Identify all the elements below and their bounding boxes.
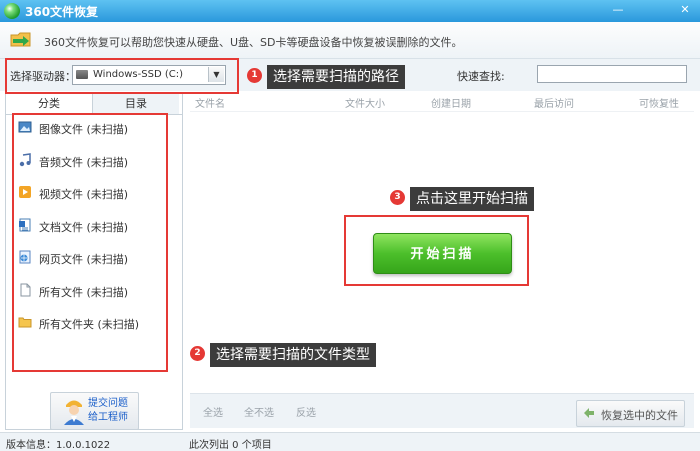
close-button[interactable]: ✕: [675, 2, 695, 18]
annotation-box-categories: [12, 113, 168, 372]
quick-search-input[interactable]: [537, 65, 687, 83]
feedback-line-2: 给工程师: [88, 412, 128, 423]
window-title: 360文件恢复: [25, 5, 99, 19]
feedback-label: 提交问题 给工程师: [88, 397, 128, 425]
recover-button-label: 恢复选中的文件: [601, 409, 678, 422]
column-header-created[interactable]: 创建日期: [431, 95, 471, 110]
folder-arrow-icon: [10, 32, 31, 47]
select-none-link[interactable]: 全不选: [244, 404, 274, 419]
info-text: 360文件恢复可以帮助您快速从硬盘、U盘、SD卡等硬盘设备中恢复被误删除的文件。: [44, 36, 463, 49]
annotation-box-start: [344, 215, 529, 286]
engineer-avatar-icon: [64, 400, 84, 425]
feedback-button[interactable]: 提交问题 给工程师: [50, 392, 139, 430]
annotation-badge-3: 3: [390, 190, 405, 205]
invert-selection-link[interactable]: 反选: [296, 404, 316, 419]
select-all-link[interactable]: 全选: [203, 404, 223, 419]
tab-category[interactable]: 分类: [6, 94, 92, 114]
app-logo-icon: [4, 3, 20, 19]
info-banner: 360文件恢复可以帮助您快速从硬盘、U盘、SD卡等硬盘设备中恢复被误删除的文件。: [0, 22, 700, 59]
recover-arrow-icon: [584, 408, 594, 418]
version-info: 版本信息：1.0.0.1022: [6, 440, 111, 451]
file-list-header: 文件名 文件大小 创建日期 最后访问 可恢复性: [190, 93, 694, 112]
tab-directory[interactable]: 目录: [92, 94, 179, 114]
annotation-badge-2: 2: [190, 346, 205, 361]
item-count: 此次列出 0 个项目: [189, 440, 272, 451]
quick-search-label: 快速查找:: [457, 70, 505, 83]
app-window: 360文件恢复 — ✕ 360文件恢复可以帮助您快速从硬盘、U盘、SD卡等硬盘设…: [0, 0, 700, 451]
title-bar: 360文件恢复 — ✕: [0, 0, 700, 22]
annotation-box-drive: [5, 58, 239, 94]
recover-selected-button[interactable]: 恢复选中的文件: [576, 400, 685, 427]
column-header-size[interactable]: 文件大小: [345, 95, 385, 110]
column-header-recoverability[interactable]: 可恢复性: [639, 95, 679, 110]
status-bar: 版本信息：1.0.0.1022 此次列出 0 个项目: [0, 432, 700, 451]
feedback-line-1: 提交问题: [88, 398, 128, 409]
annotation-callout-3: 点击这里开始扫描: [410, 187, 534, 211]
annotation-callout-2: 选择需要扫描的文件类型: [210, 343, 376, 367]
column-header-name[interactable]: 文件名: [195, 95, 225, 110]
column-header-accessed[interactable]: 最后访问: [534, 95, 574, 110]
panel-tabs: 分类 目录: [6, 94, 182, 115]
annotation-badge-1: 1: [247, 68, 262, 83]
annotation-callout-1: 选择需要扫描的路径: [267, 65, 405, 89]
minimize-button[interactable]: —: [608, 2, 628, 18]
